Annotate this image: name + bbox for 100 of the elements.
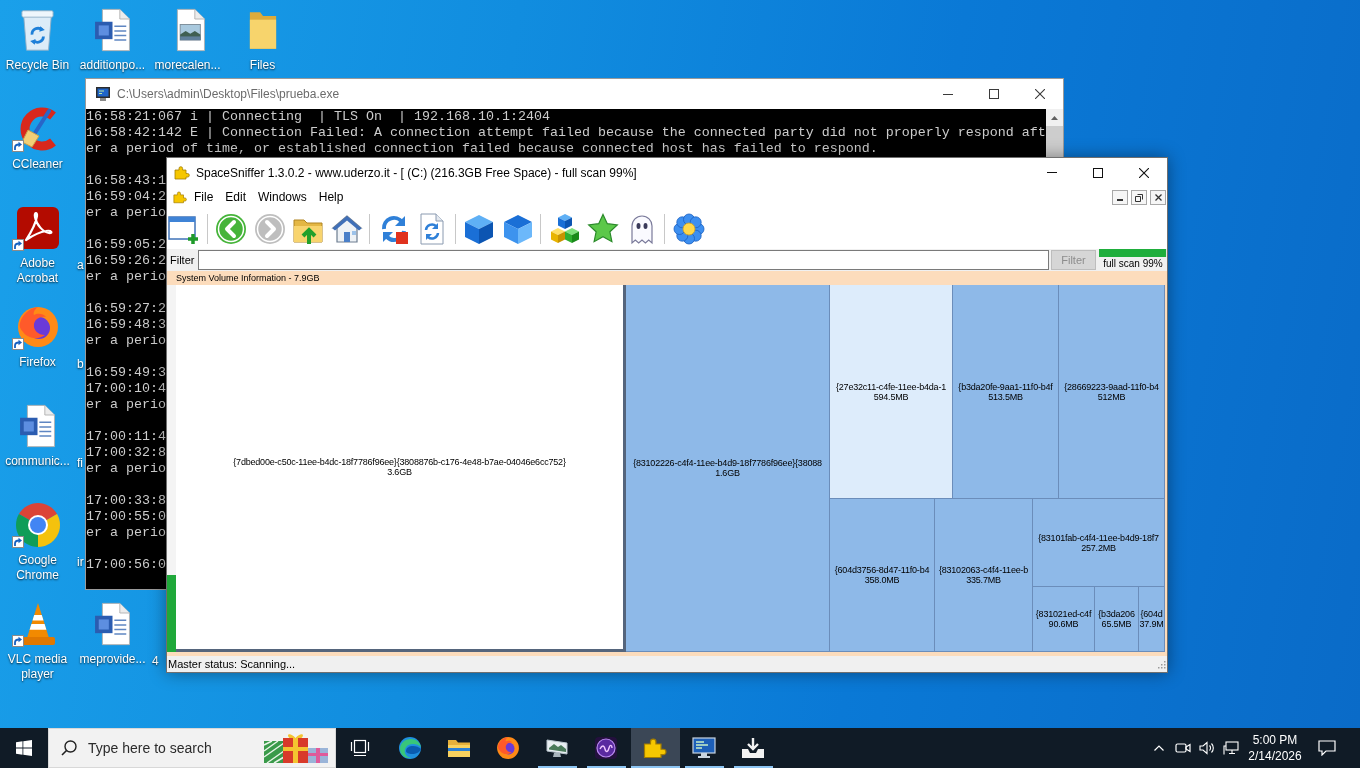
shaded-cube-icon[interactable] xyxy=(501,212,534,245)
taskbar-clock[interactable]: 5:00 PM 2/14/2026 xyxy=(1243,728,1307,768)
console-line: er a perio xyxy=(86,333,166,349)
puzzle-icon xyxy=(173,191,187,204)
terminal-icon xyxy=(692,737,716,759)
console-line: 16:59:04:2 xyxy=(86,189,166,205)
flower-icon[interactable] xyxy=(672,212,705,245)
console-line: 17:00:33:8 xyxy=(86,493,166,509)
task-view-icon xyxy=(350,739,370,757)
cube-icon[interactable] xyxy=(463,212,495,245)
console-line: 16:59:27:2 xyxy=(86,301,166,317)
status-text: Master status: Scanning... xyxy=(168,657,296,671)
close-icon xyxy=(1154,194,1162,201)
desktop-icon-label[interactable]: 4 xyxy=(152,654,159,669)
console-line: 16:59:05:2 xyxy=(86,237,166,253)
restore-icon xyxy=(1135,193,1143,202)
gift-boxes-icon[interactable] xyxy=(263,732,329,764)
download-tray-icon xyxy=(741,737,765,759)
search-icon xyxy=(61,740,77,756)
maximize-icon xyxy=(989,89,999,99)
folder-tile[interactable]: {b3da20fe-9aa1-11f0-b4f 513.5MB xyxy=(953,285,1059,499)
speaker-icon xyxy=(1199,741,1215,755)
menu-item[interactable]: Help xyxy=(312,188,350,207)
console-line: 17:00:11:4 xyxy=(86,429,166,445)
recycle-bin-icon xyxy=(19,8,56,52)
document-icon xyxy=(94,8,131,52)
folder-tile[interactable]: {604d3756-8d47-11f0-b4 358.0MB xyxy=(830,499,935,652)
console-line: 17:00:32:8 xyxy=(86,445,166,461)
console-line: 16:59:49:3 xyxy=(86,365,166,381)
progress-label: full scan 99% xyxy=(1102,258,1164,270)
puzzle-icon xyxy=(643,737,667,759)
console-line: er a perio xyxy=(86,525,166,541)
desktop-icon-label[interactable]: fi xyxy=(77,456,83,471)
folder-tile[interactable]: {831021ed-c4f 90.6MB xyxy=(1033,587,1095,652)
close-button[interactable] xyxy=(1150,190,1166,205)
console-line: 17:00:56:0 xyxy=(86,557,166,573)
folder-tile[interactable]: {83101fab-c4f4-11ee-b4d9-18f7 257.2MB xyxy=(1033,499,1165,587)
chevron-up-icon xyxy=(1154,745,1164,751)
menu-item[interactable]: Windows xyxy=(252,188,313,207)
console-line: 16:58:42:142 E | Connection Failed: A connection attempt failed because the connected party did not properly respond aft xyxy=(86,125,1046,141)
terminal-icon xyxy=(95,86,111,102)
menu-item[interactable]: Edit xyxy=(219,188,253,207)
desktop-icon-label[interactable]: ir xyxy=(77,555,84,570)
console-line: er a period of time, or established connection failed because connected host has failed to respond. xyxy=(86,141,878,157)
caret-up-icon xyxy=(1051,115,1058,120)
firefox-icon xyxy=(15,305,60,349)
folder-tile[interactable]: {27e32c11-c4fe-11ee-b4da-1 594.5MB xyxy=(830,285,953,499)
maximize-icon xyxy=(1093,167,1103,178)
folder-tile[interactable]: {7dbed00e-c50c-11ee-b4dc-18f7786f96ee}{3808876b-c176-4e48-b7ae-04046e6cc752} 3.6GB xyxy=(176,285,626,652)
window-title: SpaceSniffer 1.3.0.2 - www.uderzo.it - [ (C:) (216.3GB Free Space) - full scan 99%] xyxy=(196,164,637,182)
folder-frame[interactable] xyxy=(167,271,1167,656)
firefox-icon xyxy=(496,736,520,760)
filter-field[interactable] xyxy=(198,250,1049,270)
console-line: er a perio xyxy=(86,205,166,221)
console-line: er a perio xyxy=(86,397,166,413)
minimize-icon xyxy=(943,93,953,95)
search-box[interactable]: Type here to search xyxy=(48,728,336,768)
star-icon[interactable] xyxy=(587,212,619,245)
console-line: 16:58:21:067 i | Connecting | TLS On | 192.168.10.1:2404 xyxy=(86,109,550,125)
minimize-button[interactable] xyxy=(1112,190,1128,205)
window-title: C:\Users\admin\Desktop\Files\prueba.exe xyxy=(117,86,340,103)
minimize-icon xyxy=(1047,172,1057,173)
console-line: 16:58:43:1 xyxy=(86,173,166,189)
filter-label: Filter xyxy=(170,252,196,268)
desktop-icon-label[interactable]: b xyxy=(77,357,84,372)
folder-icon xyxy=(447,738,471,758)
scroll-up-button[interactable] xyxy=(1046,109,1063,126)
console-line: 17:00:55:0 xyxy=(86,509,166,525)
folder-tile[interactable]: {83102226-c4f4-11ee-b4d9-18f7786f96ee}{38088 1.6GB xyxy=(626,285,830,652)
folder-tile[interactable]: {28669223-9aad-11f0-b4 512MB xyxy=(1059,285,1165,499)
taskbar-button[interactable] xyxy=(630,728,680,768)
puzzle-icon xyxy=(174,164,190,181)
notification-icon xyxy=(1318,740,1336,756)
camera-icon xyxy=(1175,741,1191,755)
folder-tile[interactable]: {83102063-c4f4-11ee-b 335.7MB xyxy=(935,499,1033,652)
close-icon xyxy=(1035,89,1045,99)
cubes-icon[interactable] xyxy=(548,212,581,245)
folder-icon xyxy=(247,9,278,51)
windows-logo-icon xyxy=(16,740,32,756)
document-icon xyxy=(94,602,131,646)
desktop-icon-label[interactable]: a xyxy=(77,258,84,273)
resize-grip-icon xyxy=(1156,659,1166,669)
back-arrow-icon[interactable] xyxy=(215,212,247,245)
edge-icon xyxy=(398,736,422,760)
pdf-icon xyxy=(15,206,60,250)
menu-item[interactable]: File xyxy=(188,188,220,207)
folder-tile[interactable]: {b3da206 65.5MB xyxy=(1095,587,1139,652)
monitor-picture-icon xyxy=(545,737,569,759)
close-icon xyxy=(1139,167,1149,178)
document-icon xyxy=(19,404,56,448)
folder-label: System Volume Information - 7.9GB xyxy=(176,272,320,284)
minimize-icon xyxy=(1117,199,1123,201)
search-field[interactable]: Type here to search xyxy=(88,736,248,760)
network-icon xyxy=(1223,741,1239,755)
console-line: er a perio xyxy=(86,461,166,477)
restore-button[interactable] xyxy=(1131,190,1147,205)
console-line: 17:00:10:4 xyxy=(86,381,166,397)
scrollbar-thumb[interactable] xyxy=(1046,126,1063,157)
orb-icon xyxy=(594,736,618,760)
folder-tile[interactable]: {604d 37.9M xyxy=(1139,587,1165,652)
